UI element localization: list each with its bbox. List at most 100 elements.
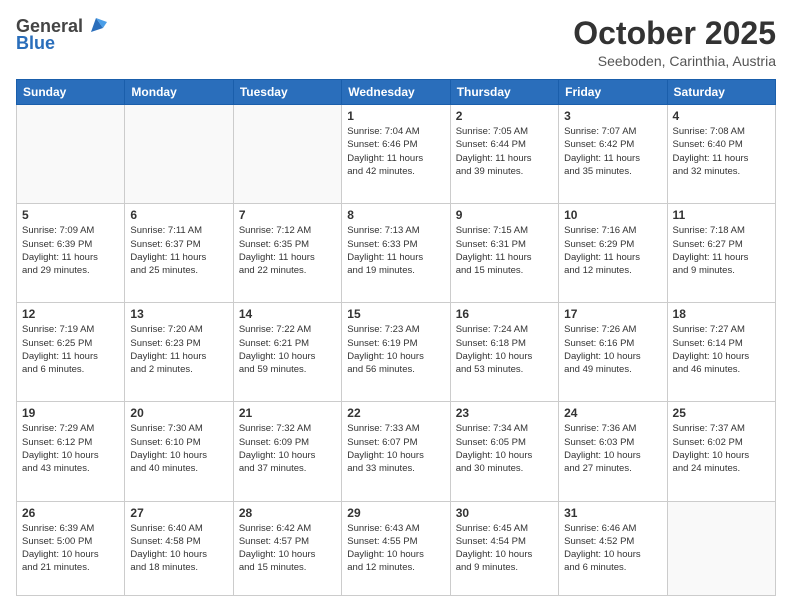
calendar-week-0: 1Sunrise: 7:04 AM Sunset: 6:46 PM Daylig… [17,105,776,204]
calendar-week-2: 12 Sunrise: 7:19 AM Sunset: 6:25 PM Dayli… [17,303,776,402]
logo-icon [85,14,107,36]
day-header-sunday: Sunday [17,80,125,105]
calendar-cell: 20Sunrise: 7:30 AM Sunset: 6:10 PM Dayli… [125,402,233,501]
calendar-cell: 23Sunrise: 7:34 AM Sunset: 6:05 PM Dayli… [450,402,558,501]
day-info: Sunrise: 7:19 AM Sunset: 6:25 PM Dayligh… [22,323,119,376]
day-number: 1 [347,109,444,123]
day-info: Sunrise: 7:09 AM Sunset: 6:39 PM Dayligh… [22,224,119,277]
calendar-cell: 25 Sunrise: 7:37 AM Sunset: 6:02 PM Dayli… [667,402,775,501]
day-number: 30 [456,506,553,520]
day-info: Sunrise: 6:39 AM Sunset: 5:00 PM Dayligh… [22,522,119,575]
day-number: 31 [564,506,661,520]
day-info: Sunrise: 7:33 AM Sunset: 6:07 PM Dayligh… [347,422,444,475]
day-info: Sunrise: 7:11 AM Sunset: 6:37 PM Dayligh… [130,224,227,277]
day-number: 28 [239,506,336,520]
day-header-tuesday: Tuesday [233,80,341,105]
day-header-monday: Monday [125,80,233,105]
day-number: 27 [130,506,227,520]
location: Seeboden, Carinthia, Austria [573,53,776,69]
day-info: Sunrise: 7:05 AM Sunset: 6:44 PM Dayligh… [456,125,553,178]
day-number: 22 [347,406,444,420]
day-info: Sunrise: 7:26 AM Sunset: 6:16 PM Dayligh… [564,323,661,376]
day-number: 2 [456,109,553,123]
day-number: 7 [239,208,336,222]
day-number: 21 [239,406,336,420]
day-info: Sunrise: 7:29 AM Sunset: 6:12 PM Dayligh… [22,422,119,475]
day-number: 14 [239,307,336,321]
day-number: 29 [347,506,444,520]
day-info: Sunrise: 7:23 AM Sunset: 6:19 PM Dayligh… [347,323,444,376]
day-number: 10 [564,208,661,222]
calendar-cell: 11 Sunrise: 7:18 AM Sunset: 6:27 PM Dayli… [667,204,775,303]
calendar-cell: 26Sunrise: 6:39 AM Sunset: 5:00 PM Dayli… [17,501,125,596]
calendar-cell: 3 Sunrise: 7:07 AM Sunset: 6:42 PM Daylig… [559,105,667,204]
calendar-cell: 24 Sunrise: 7:36 AM Sunset: 6:03 PM Dayli… [559,402,667,501]
calendar-week-1: 5 Sunrise: 7:09 AM Sunset: 6:39 PM Daylig… [17,204,776,303]
calendar-cell [667,501,775,596]
day-number: 19 [22,406,119,420]
header: General Blue October 2025 Seeboden, Cari… [16,16,776,69]
calendar-cell: 5 Sunrise: 7:09 AM Sunset: 6:39 PM Daylig… [17,204,125,303]
day-info: Sunrise: 7:07 AM Sunset: 6:42 PM Dayligh… [564,125,661,178]
day-info: Sunrise: 7:12 AM Sunset: 6:35 PM Dayligh… [239,224,336,277]
day-header-saturday: Saturday [667,80,775,105]
calendar-cell: 31Sunrise: 6:46 AM Sunset: 4:52 PM Dayli… [559,501,667,596]
calendar-cell: 6 Sunrise: 7:11 AM Sunset: 6:37 PM Daylig… [125,204,233,303]
day-info: Sunrise: 7:36 AM Sunset: 6:03 PM Dayligh… [564,422,661,475]
day-info: Sunrise: 7:30 AM Sunset: 6:10 PM Dayligh… [130,422,227,475]
day-number: 18 [673,307,770,321]
day-header-thursday: Thursday [450,80,558,105]
day-number: 5 [22,208,119,222]
calendar-header-row: SundayMondayTuesdayWednesdayThursdayFrid… [17,80,776,105]
calendar-cell: 22 Sunrise: 7:33 AM Sunset: 6:07 PM Dayli… [342,402,450,501]
calendar-cell: 16Sunrise: 7:24 AM Sunset: 6:18 PM Dayli… [450,303,558,402]
day-info: Sunrise: 6:43 AM Sunset: 4:55 PM Dayligh… [347,522,444,575]
day-info: Sunrise: 7:16 AM Sunset: 6:29 PM Dayligh… [564,224,661,277]
day-header-wednesday: Wednesday [342,80,450,105]
day-info: Sunrise: 7:08 AM Sunset: 6:40 PM Dayligh… [673,125,770,178]
calendar-cell: 1Sunrise: 7:04 AM Sunset: 6:46 PM Daylig… [342,105,450,204]
day-info: Sunrise: 7:13 AM Sunset: 6:33 PM Dayligh… [347,224,444,277]
calendar-cell: 27Sunrise: 6:40 AM Sunset: 4:58 PM Dayli… [125,501,233,596]
page: General Blue October 2025 Seeboden, Cari… [0,0,792,612]
day-info: Sunrise: 7:15 AM Sunset: 6:31 PM Dayligh… [456,224,553,277]
day-number: 6 [130,208,227,222]
day-number: 23 [456,406,553,420]
calendar-cell: 29 Sunrise: 6:43 AM Sunset: 4:55 PM Dayli… [342,501,450,596]
day-info: Sunrise: 7:27 AM Sunset: 6:14 PM Dayligh… [673,323,770,376]
day-number: 12 [22,307,119,321]
day-info: Sunrise: 7:20 AM Sunset: 6:23 PM Dayligh… [130,323,227,376]
day-header-friday: Friday [559,80,667,105]
logo: General Blue [16,16,107,54]
day-number: 17 [564,307,661,321]
day-info: Sunrise: 7:32 AM Sunset: 6:09 PM Dayligh… [239,422,336,475]
calendar-table: SundayMondayTuesdayWednesdayThursdayFrid… [16,79,776,596]
day-number: 24 [564,406,661,420]
day-info: Sunrise: 6:42 AM Sunset: 4:57 PM Dayligh… [239,522,336,575]
day-info: Sunrise: 7:37 AM Sunset: 6:02 PM Dayligh… [673,422,770,475]
day-number: 16 [456,307,553,321]
calendar-cell: 21 Sunrise: 7:32 AM Sunset: 6:09 PM Dayli… [233,402,341,501]
day-number: 8 [347,208,444,222]
day-number: 11 [673,208,770,222]
calendar-cell: 2 Sunrise: 7:05 AM Sunset: 6:44 PM Daylig… [450,105,558,204]
day-info: Sunrise: 7:18 AM Sunset: 6:27 PM Dayligh… [673,224,770,277]
day-number: 3 [564,109,661,123]
calendar-cell: 17 Sunrise: 7:26 AM Sunset: 6:16 PM Dayli… [559,303,667,402]
calendar-cell: 7 Sunrise: 7:12 AM Sunset: 6:35 PM Daylig… [233,204,341,303]
day-info: Sunrise: 7:22 AM Sunset: 6:21 PM Dayligh… [239,323,336,376]
calendar-cell [233,105,341,204]
title-section: October 2025 Seeboden, Carinthia, Austri… [573,16,776,69]
calendar-cell: 12 Sunrise: 7:19 AM Sunset: 6:25 PM Dayli… [17,303,125,402]
calendar-cell: 4Sunrise: 7:08 AM Sunset: 6:40 PM Daylig… [667,105,775,204]
day-info: Sunrise: 6:45 AM Sunset: 4:54 PM Dayligh… [456,522,553,575]
calendar-cell: 19 Sunrise: 7:29 AM Sunset: 6:12 PM Dayli… [17,402,125,501]
calendar-cell: 15Sunrise: 7:23 AM Sunset: 6:19 PM Dayli… [342,303,450,402]
calendar-week-4: 26Sunrise: 6:39 AM Sunset: 5:00 PM Dayli… [17,501,776,596]
calendar-week-3: 19 Sunrise: 7:29 AM Sunset: 6:12 PM Dayli… [17,402,776,501]
calendar-cell: 13Sunrise: 7:20 AM Sunset: 6:23 PM Dayli… [125,303,233,402]
calendar-cell: 14 Sunrise: 7:22 AM Sunset: 6:21 PM Dayli… [233,303,341,402]
day-number: 9 [456,208,553,222]
day-number: 25 [673,406,770,420]
calendar-cell: 28 Sunrise: 6:42 AM Sunset: 4:57 PM Dayli… [233,501,341,596]
